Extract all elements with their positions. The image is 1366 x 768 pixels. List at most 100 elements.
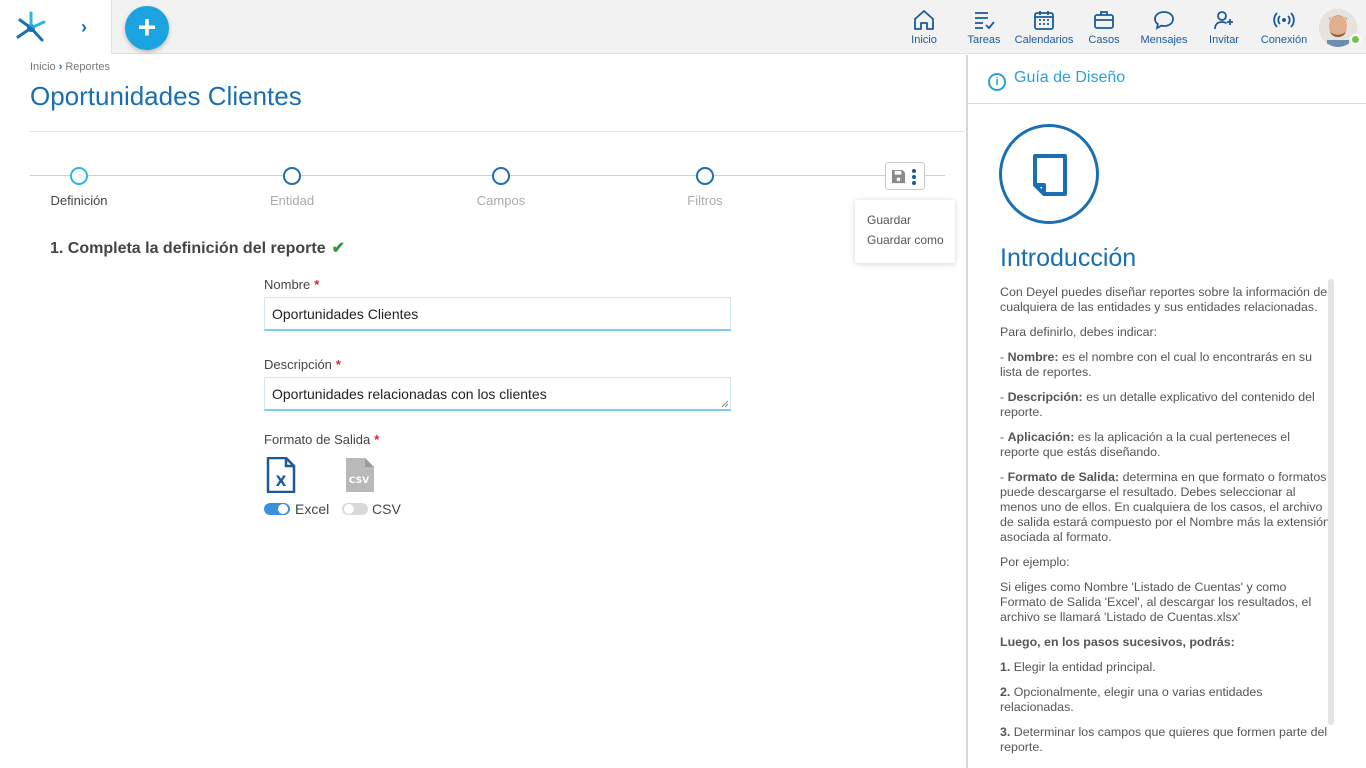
toggle-knob [278,504,288,514]
scrollbar[interactable] [1328,279,1334,725]
step-definicion[interactable]: Definición [19,167,139,208]
nav-label: Mensajes [1140,34,1188,46]
description-label-text: Descripción [264,357,332,372]
info-icon: i [988,73,1006,91]
nav-label: Invitar [1209,34,1239,46]
breadcrumb-home[interactable]: Inicio [30,61,56,73]
paragraph-step-2: 2. Opcionalmente, elegir una o varias en… [1000,685,1332,715]
description-textarea[interactable]: Oportunidades relacionadas con los clien… [264,377,731,411]
excel-toggle[interactable] [264,503,290,515]
tasks-icon [975,12,995,30]
logo-area: › [0,0,112,54]
top-bar: › + Inicio Tareas Calendarios Casos Mens… [0,0,1366,54]
paragraph-step-1: 1. Elegir la entidad principal. [1000,660,1332,675]
required-icon: * [314,277,320,292]
paragraph-formato: - Formato de Salida: determina en que fo… [1000,470,1330,544]
excel-label: Excel [295,501,330,517]
paragraph-nombre: - Nombre: es el nombre con el cual lo en… [1000,350,1312,379]
step-label: Definición [50,193,108,208]
nav-label: Calendarios [1014,34,1074,46]
step-filtros[interactable]: Filtros [645,167,765,208]
description-label: Descripción * [264,357,341,372]
csv-label: CSV [372,501,401,517]
step-campos[interactable]: Campos [441,167,561,208]
paragraph: Luego, en los pasos sucesivos, podrás: [1000,635,1332,650]
broadcast-icon [1273,12,1295,28]
step-desc: Determinar los campos que quieres que fo… [1000,725,1328,754]
online-status-icon [1350,34,1361,45]
deyel-logo-icon[interactable] [14,10,48,44]
nav-label: Conexión [1260,34,1308,46]
nav-conexion[interactable]: Conexión [1258,8,1310,48]
section-title-text: 1. Completa la definición del reporte [50,240,326,257]
paragraph: Con Deyel puedes diseñar reportes sobre … [1000,285,1328,314]
name-input[interactable]: Oportunidades Clientes [264,297,731,331]
expand-menu-button[interactable]: › [74,16,94,38]
report-document-icon [999,124,1099,224]
chat-icon [1154,11,1174,30]
menu-item-guardar-como[interactable]: Guardar como [855,230,955,250]
step-number: 2. [1000,685,1011,699]
required-icon: * [374,432,380,447]
section-title: 1. Completa la definición del reporte ✔ [50,238,345,258]
term: Formato de Salida: [1007,470,1120,484]
briefcase-icon [1094,11,1114,29]
nav-label: Tareas [967,34,1001,46]
name-label: Nombre * [264,277,319,292]
document-icon [1033,154,1067,196]
breadcrumb-current[interactable]: Reportes [65,61,110,73]
paragraph: Para definirlo, debes indicar: [1000,325,1158,339]
csv-toggle[interactable] [342,503,368,515]
step-desc: Opcionalmente, elegir una o varias entid… [1000,685,1263,714]
divider [30,131,965,132]
svg-text:X: X [276,474,287,490]
step-desc: Elegir la entidad principal. [1010,660,1156,674]
paragraph-step-3: 3. Determinar los campos que quieres que… [1000,725,1332,755]
format-label-text: Formato de Salida [264,432,371,447]
term: Aplicación: [1007,430,1075,444]
term: Descripción: [1007,390,1083,404]
main-content: Inicio › Reportes Oportunidades Clientes D… [0,55,965,768]
csv-file-icon: CSV [346,458,374,492]
nav-mensajes[interactable]: Mensajes [1138,8,1190,48]
save-dropdown-menu: Guardar Guardar como [855,200,955,263]
term: Nombre: [1007,350,1059,364]
toggle-knob [344,504,354,514]
nav-tareas[interactable]: Tareas [964,8,1004,48]
nav-casos[interactable]: Casos [1084,8,1124,48]
paragraph: Si eliges como Nombre 'Listado de Cuenta… [1000,580,1312,624]
design-guide-panel: i Guía de Diseño Introducción Con Deyel p… [966,55,1366,768]
page-title: Oportunidades Clientes [30,81,302,111]
menu-item-guardar[interactable]: Guardar [855,210,955,230]
step-dot [696,167,714,185]
save-icon [891,169,906,184]
save-options-button[interactable] [885,162,925,190]
calendar-icon [1034,11,1054,30]
guide-title: Guía de Diseño [1014,69,1126,86]
step-dot [70,167,88,185]
step-label: Filtros [687,193,723,208]
more-vertical-icon [912,169,916,185]
nav-calendarios[interactable]: Calendarios [1014,8,1074,48]
create-new-button[interactable]: + [125,6,169,50]
format-label: Formato de Salida * [264,432,379,447]
nav-inicio[interactable]: Inicio [904,8,944,48]
intro-title: Introducción [1000,244,1137,272]
step-entidad[interactable]: Entidad [232,167,352,208]
resize-handle-icon[interactable] [721,400,729,408]
name-label-text: Nombre [264,277,311,292]
paragraph-descripcion: - Descripción: es un detalle explicativo… [1000,390,1315,419]
divider [968,103,1366,104]
paragraph-aplicacion: - Aplicación: es la aplicación a la cual… [1000,430,1290,459]
next-steps-heading: Luego, en los pasos sucesivos, podrás: [1000,635,1235,649]
nav-invitar[interactable]: Invitar [1204,8,1244,48]
paragraph: Por ejemplo: [1000,555,1070,569]
step-label: Entidad [269,193,315,208]
add-user-icon [1214,11,1233,30]
nav-label: Casos [1088,34,1120,46]
excel-file-icon: X [266,457,296,493]
home-icon [914,10,934,30]
check-icon: ✔ [331,240,346,257]
step-dot [492,167,510,185]
guide-header: i Guía de Diseño [988,69,1125,91]
